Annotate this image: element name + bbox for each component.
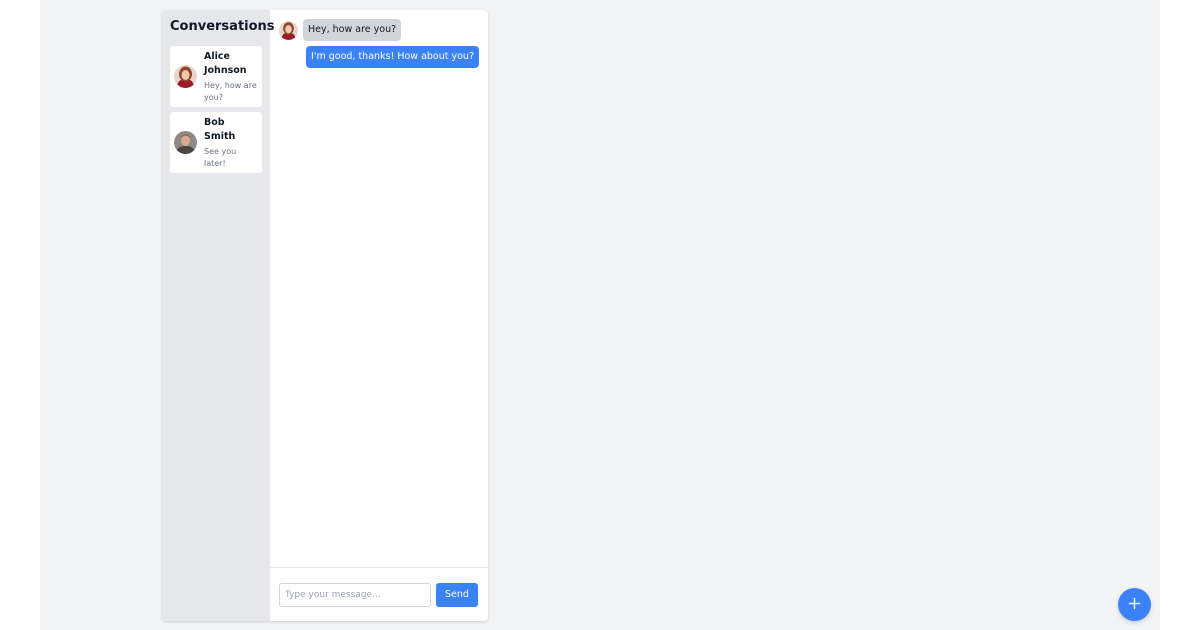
conversation-text: Bob Smith See you later!: [204, 116, 258, 170]
message-input[interactable]: [279, 582, 431, 607]
alice-avatar: [279, 20, 298, 40]
bob-avatar: [174, 131, 197, 154]
chat-app: Conversations Alice Johnson Hey, how are…: [162, 10, 488, 621]
conversation-name: Alice Johnson: [204, 50, 247, 76]
message-row-incoming: Hey, how are you?: [279, 19, 479, 41]
conversation-sidebar: Conversations Alice Johnson Hey, how are…: [162, 10, 275, 621]
plus-icon: [1128, 597, 1141, 613]
conversation-item-bob[interactable]: Bob Smith See you later!: [170, 112, 262, 173]
message-composer: Send: [270, 567, 488, 621]
message-list: Hey, how are you? I'm good, thanks! How …: [270, 10, 488, 567]
sidebar-title: Conversations: [170, 19, 275, 34]
conversation-item-alice[interactable]: Alice Johnson Hey, how are you?: [170, 46, 262, 107]
new-conversation-button[interactable]: [1118, 588, 1151, 621]
message-bubble-incoming: Hey, how are you?: [303, 19, 402, 41]
alice-avatar: [174, 65, 197, 88]
conversation-name: Bob Smith: [204, 116, 236, 142]
send-button[interactable]: Send: [436, 582, 478, 607]
chat-panel: Hey, how are you? I'm good, thanks! How …: [270, 10, 488, 621]
conversation-preview: Hey, how are you?: [204, 80, 257, 102]
message-bubble-outgoing: I'm good, thanks! How about you?: [306, 46, 479, 68]
conversation-text: Alice Johnson Hey, how are you?: [204, 50, 258, 104]
conversation-preview: See you later!: [204, 146, 237, 168]
message-row-outgoing: I'm good, thanks! How about you?: [279, 46, 479, 68]
